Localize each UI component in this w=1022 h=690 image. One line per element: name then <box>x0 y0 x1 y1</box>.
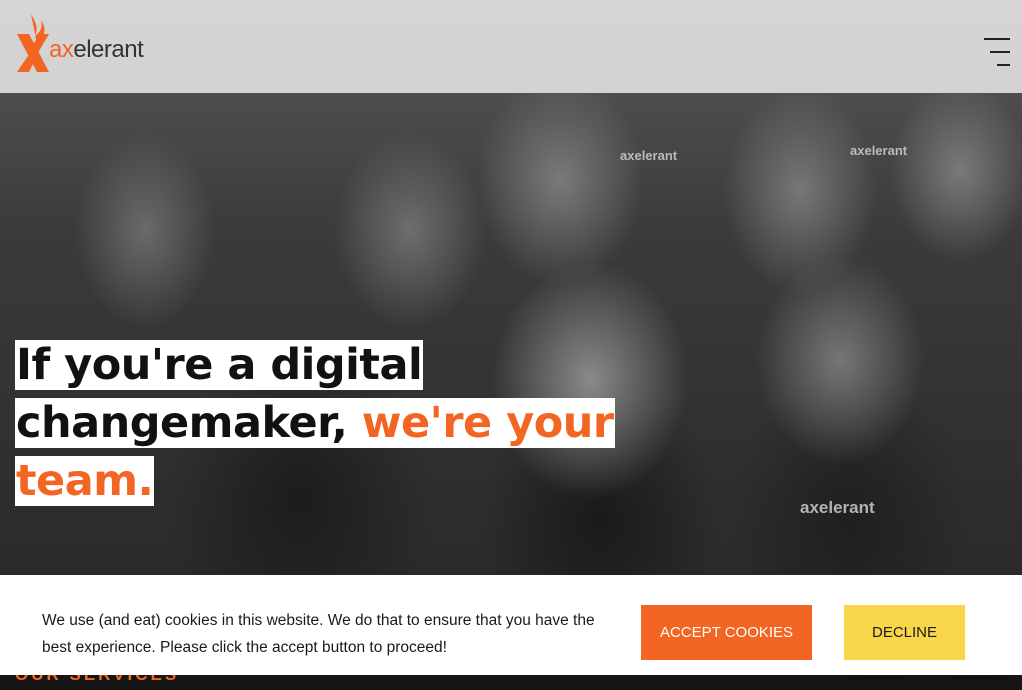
hamburger-menu-icon <box>984 38 1010 40</box>
hamburger-menu-button[interactable] <box>983 38 1010 66</box>
headline-line-1: If you're a digital <box>15 340 424 390</box>
accept-cookies-button[interactable]: ACCEPT COOKIES <box>641 605 812 660</box>
hamburger-menu-icon-bottom <box>997 64 1010 66</box>
hero-shirt-logo: axelerant <box>850 143 908 158</box>
hamburger-menu-icon-middle <box>990 51 1010 53</box>
hero-shirt-logo: axelerant <box>620 148 678 163</box>
axelerant-logo[interactable]: axelerant <box>15 12 155 74</box>
logo-wordmark-accent: ax <box>49 36 74 63</box>
logo-wordmark: axelerant <box>49 36 144 64</box>
hero-shirt-logo: axelerant <box>800 498 875 517</box>
axelerant-logo-icon <box>17 14 49 72</box>
site-header: axelerant <box>0 0 1022 93</box>
hero-headline: If you're a digital changemaker, we're y… <box>15 336 615 510</box>
logo-wordmark-rest: elerant <box>73 36 144 63</box>
decline-cookies-button[interactable]: DECLINE <box>844 605 965 660</box>
headline-line-2-plain: changemaker, <box>16 398 362 448</box>
cookie-message: We use (and eat) cookies in this website… <box>42 612 595 656</box>
headline-line-2-accent: we're your <box>361 398 614 448</box>
headline-line-3-accent: team. <box>15 456 155 506</box>
